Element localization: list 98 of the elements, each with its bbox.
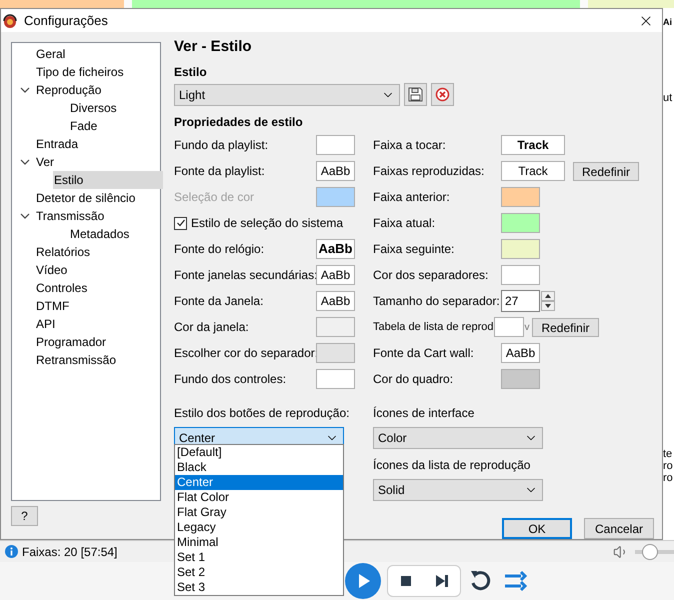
field-label: Fundo da playlist: [174,137,270,154]
field-label: Tabela de lista de reprod [373,320,494,335]
checkbox[interactable] [174,216,187,230]
dropdown-option[interactable]: Legacy [175,520,343,535]
tree-item[interactable]: Tipo de ficheiros [36,63,124,81]
dropdown[interactable]: Solid [373,479,543,501]
chevron-down-icon[interactable] [20,157,30,167]
cut-text: ro [663,472,674,484]
color-swatch[interactable] [316,317,355,337]
spin-arrows-icon[interactable] [541,291,555,311]
tree-item[interactable]: Diversos [70,99,117,117]
window-title: Configurações [24,12,108,30]
font-sample[interactable]: AaBb [316,161,355,181]
font-sample[interactable]: AaBb [501,343,540,363]
field-label: Faixa seguinte: [373,241,456,258]
app-logo-icon [2,12,18,28]
tree-item[interactable]: Programador [36,333,106,351]
column-header: Ai [663,16,673,29]
dropdown[interactable]: Light [174,84,400,106]
tree-item[interactable]: Metadados [70,225,130,243]
field-label: Cor da janela: [174,319,250,336]
tree-item[interactable]: Controles [36,279,88,297]
track-sample[interactable]: Track [501,161,565,181]
tree-item[interactable]: Ver [36,153,54,171]
color-swatch[interactable] [316,135,355,155]
delete-icon[interactable] [431,83,454,106]
play-icon[interactable] [345,563,381,599]
page-title: Ver - Estilo [174,37,253,57]
field-label: Cor dos separadores: [373,267,490,284]
info-icon [5,545,18,558]
tree-item[interactable]: Retransmissão [36,351,116,369]
field-label: Tamanho do separador: [373,293,501,310]
tree-item[interactable]: Detetor de silêncio [36,189,136,207]
field-label: Escolher cor do separador: [174,345,316,362]
table-field[interactable] [494,317,524,337]
dropdown-option[interactable]: Minimal [175,535,343,550]
font-sample[interactable]: AaBb [316,291,355,311]
dropdown-option[interactable]: Set 3 [175,580,343,595]
field-label: Ícones de interface [373,405,476,422]
tree-item[interactable]: API [36,315,56,333]
cut-text: ut [663,90,674,106]
font-sample[interactable]: AaBb [316,239,355,259]
volume-slider-thumb[interactable] [642,544,658,560]
font-sample[interactable]: AaBb [316,265,355,285]
color-swatch[interactable] [501,369,540,389]
field-label: Faixas reproduzidas: [373,163,486,180]
field-label: Seleção de cor [174,189,256,206]
dropdown-option[interactable]: Flat Color [175,490,343,505]
field-label: Fonte janelas secundárias: [174,267,316,284]
field-label: Fonte da Janela: [174,293,264,310]
cut-label: v [524,320,530,334]
color-swatch[interactable] [501,265,540,285]
tree-item[interactable]: Entrada [36,135,78,153]
section-label: Propriedades de estilo [174,114,304,131]
help-button[interactable]: ? [11,506,38,526]
dropdown-option[interactable]: Set 2 [175,565,343,580]
field-label: Faixa anterior: [373,189,451,206]
cut-text: te [663,448,674,460]
reset-button[interactable]: Redefinir [573,162,640,180]
tree-item[interactable]: Reprodução [36,81,102,99]
field-label: Estilo dos botões de reprodução: [174,405,350,422]
tree-item[interactable]: Fade [70,117,98,135]
dropdown-option[interactable]: Flat Gray [175,505,343,520]
chevron-down-icon[interactable] [20,211,30,221]
cut-text: ro [663,460,674,472]
field-label: Fundo dos controles: [174,371,288,388]
tree-item[interactable]: Geral [36,45,66,63]
color-swatch[interactable] [501,213,540,233]
field-label: Faixa a tocar: [373,137,447,154]
dropdown-option[interactable]: Set 1 [175,550,343,565]
tree-item[interactable]: Vídeo [36,261,68,279]
dropdown[interactable]: Color [373,427,543,449]
field-label: Fonte do relógio: [174,241,266,258]
tree-item[interactable]: DTMF [36,297,70,315]
section-label: Estilo [174,64,208,81]
color-swatch[interactable] [501,239,540,259]
checkbox-label: Estilo de seleção do sistema [191,215,344,232]
dropdown-option[interactable]: Black [175,460,343,475]
field-label: Fonte da playlist: [174,163,266,180]
field-label: Cor do quadro: [373,371,454,388]
field-label: Faixa atual: [373,215,436,232]
tree-item[interactable]: Transmissão [36,207,104,225]
field-label: Fonte da Cart wall: [373,345,475,362]
dropdown-option[interactable]: Center [175,475,343,490]
tree-item[interactable]: Estilo [53,171,164,189]
status-text: Faixas: 20 [57:54] [22,544,118,560]
field-label: Ícones da lista de reprodução [373,457,532,474]
tree-item[interactable]: Relatórios [36,243,90,261]
chevron-down-icon[interactable] [20,85,30,95]
reset-button[interactable]: Redefinir [532,318,598,336]
color-swatch[interactable] [501,187,540,207]
spin-field[interactable]: 27 [501,290,540,312]
track-sample[interactable]: Track [501,135,565,155]
save-icon[interactable] [404,83,427,106]
dialog-button[interactable]: Cancelar [584,518,654,539]
color-swatch[interactable] [316,343,355,363]
color-swatch[interactable] [316,369,355,389]
dialog-button[interactable]: OK [502,518,572,539]
